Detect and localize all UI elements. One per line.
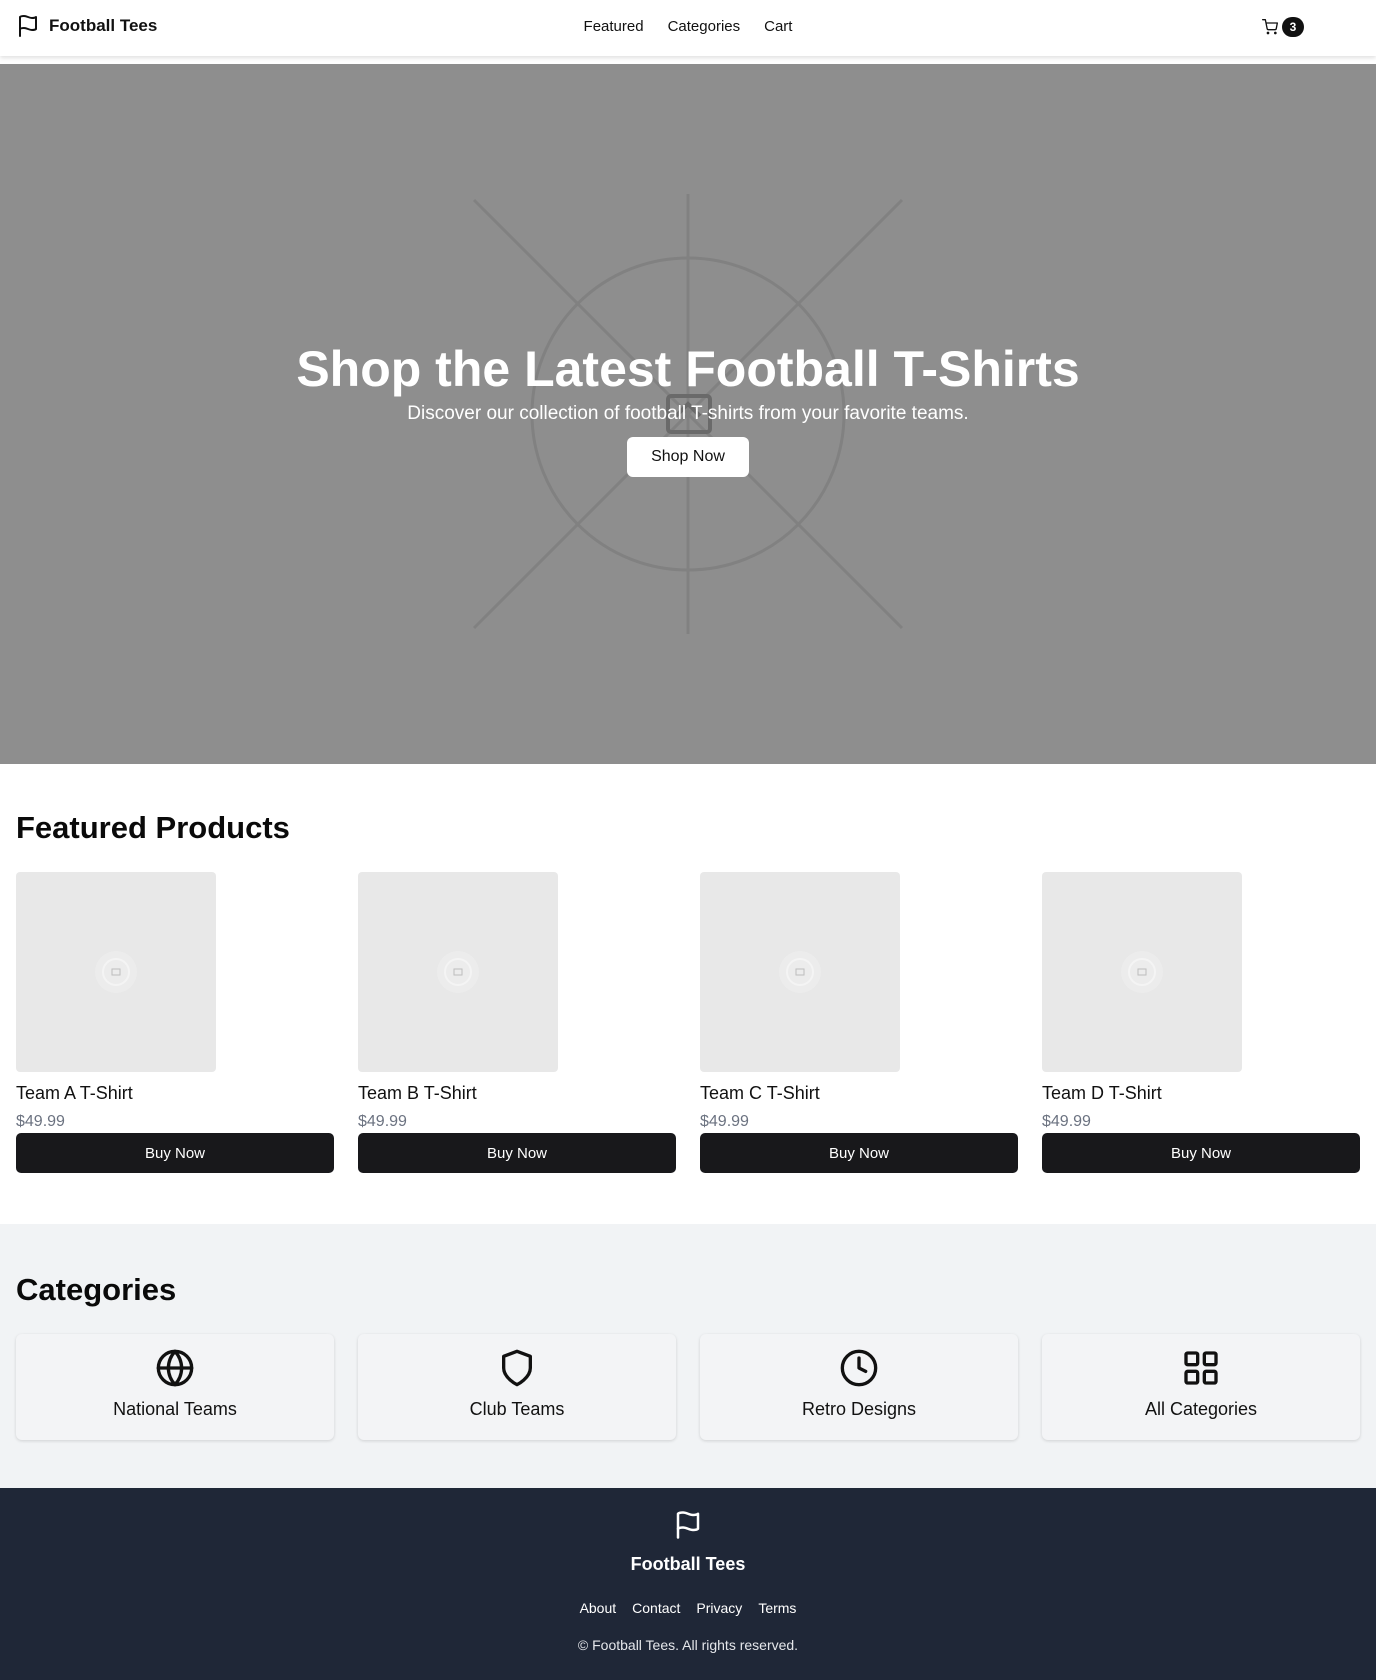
category-label: National Teams (113, 1399, 237, 1419)
product-name[interactable]: Team D T-Shirt (1042, 1083, 1360, 1104)
copyright: © Football Tees. All rights reserved. (577, 1637, 799, 1653)
image-placeholder-icon (1121, 951, 1163, 993)
buy-now-button[interactable]: Buy Now (16, 1133, 334, 1173)
category-label: Club Teams (469, 1399, 565, 1419)
nav-categories[interactable]: Categories (668, 18, 741, 35)
shield-icon (502, 1349, 532, 1387)
categories-title: Categories (16, 1272, 177, 1307)
hero-content: Shop the Latest Football T-Shirts Discov… (0, 342, 1376, 477)
nav-featured[interactable]: Featured (584, 18, 644, 35)
categories-section: Categories National Teams Club Teams Ret… (0, 1224, 1376, 1488)
product-image[interactable] (1042, 872, 1242, 1072)
cart-count-badge: 3 (1282, 17, 1304, 37)
footer-link-about[interactable]: About (580, 1600, 617, 1616)
shop-now-button[interactable]: Shop Now (627, 437, 749, 477)
category-card-retro-designs[interactable]: Retro Designs (700, 1334, 1018, 1440)
image-placeholder-icon (437, 951, 479, 993)
category-card-club-teams[interactable]: Club Teams (358, 1334, 676, 1440)
main-nav: Featured Categories Cart (0, 18, 1376, 35)
product-price: $49.99 (1042, 1113, 1091, 1130)
footer-brand: Football Tees (630, 1554, 746, 1574)
product-name[interactable]: Team B T-Shirt (358, 1083, 676, 1104)
category-label: All Categories (1144, 1399, 1258, 1419)
product-grid: Team A T-Shirt $49.99 Buy Now Team B T-S… (16, 872, 1360, 1173)
category-grid: National Teams Club Teams Retro Designs … (16, 1334, 1360, 1440)
category-label: Retro Designs (801, 1399, 917, 1419)
footer-links: About Contact Privacy Terms (0, 1600, 1376, 1616)
featured-title: Featured Products (16, 810, 290, 845)
buy-now-button[interactable]: Buy Now (700, 1133, 1018, 1173)
globe-icon (156, 1349, 194, 1387)
product-image[interactable] (358, 872, 558, 1072)
footer-link-privacy[interactable]: Privacy (696, 1600, 742, 1616)
footer-link-terms[interactable]: Terms (758, 1600, 796, 1616)
image-placeholder-icon (95, 951, 137, 993)
site-header: Football Tees Featured Categories Cart 3 (0, 0, 1376, 56)
buy-now-button[interactable]: Buy Now (358, 1133, 676, 1173)
footer-link-contact[interactable]: Contact (632, 1600, 680, 1616)
buy-now-button[interactable]: Buy Now (1042, 1133, 1360, 1173)
product-name[interactable]: Team A T-Shirt (16, 1083, 334, 1104)
site-footer: Football Tees About Contact Privacy Term… (0, 1488, 1376, 1680)
product-image[interactable] (700, 872, 900, 1072)
nav-cart[interactable]: Cart (764, 18, 792, 35)
product-card: Team D T-Shirt $49.99 Buy Now (1042, 872, 1360, 1173)
image-placeholder-icon (779, 951, 821, 993)
product-image[interactable] (16, 872, 216, 1072)
product-price: $49.99 (700, 1113, 749, 1130)
product-name[interactable]: Team C T-Shirt (700, 1083, 1018, 1104)
product-price: $49.99 (16, 1113, 65, 1130)
product-card: Team A T-Shirt $49.99 Buy Now (16, 872, 334, 1173)
cart-icon (1262, 19, 1278, 35)
product-card: Team C T-Shirt $49.99 Buy Now (700, 872, 1018, 1173)
flag-icon (676, 1511, 700, 1539)
hero-subtitle: Discover our collection of football T-sh… (407, 403, 969, 424)
category-card-national-teams[interactable]: National Teams (16, 1334, 334, 1440)
category-card-all-categories[interactable]: All Categories (1042, 1334, 1360, 1440)
cart-button[interactable]: 3 (1262, 17, 1304, 37)
hero-section: Shop the Latest Football T-Shirts Discov… (0, 64, 1376, 764)
product-card: Team B T-Shirt $49.99 Buy Now (358, 872, 676, 1173)
product-price: $49.99 (358, 1113, 407, 1130)
hero-title: Shop the Latest Football T-Shirts (296, 341, 1080, 397)
clock-icon (840, 1349, 878, 1387)
grid-icon (1184, 1351, 1218, 1385)
